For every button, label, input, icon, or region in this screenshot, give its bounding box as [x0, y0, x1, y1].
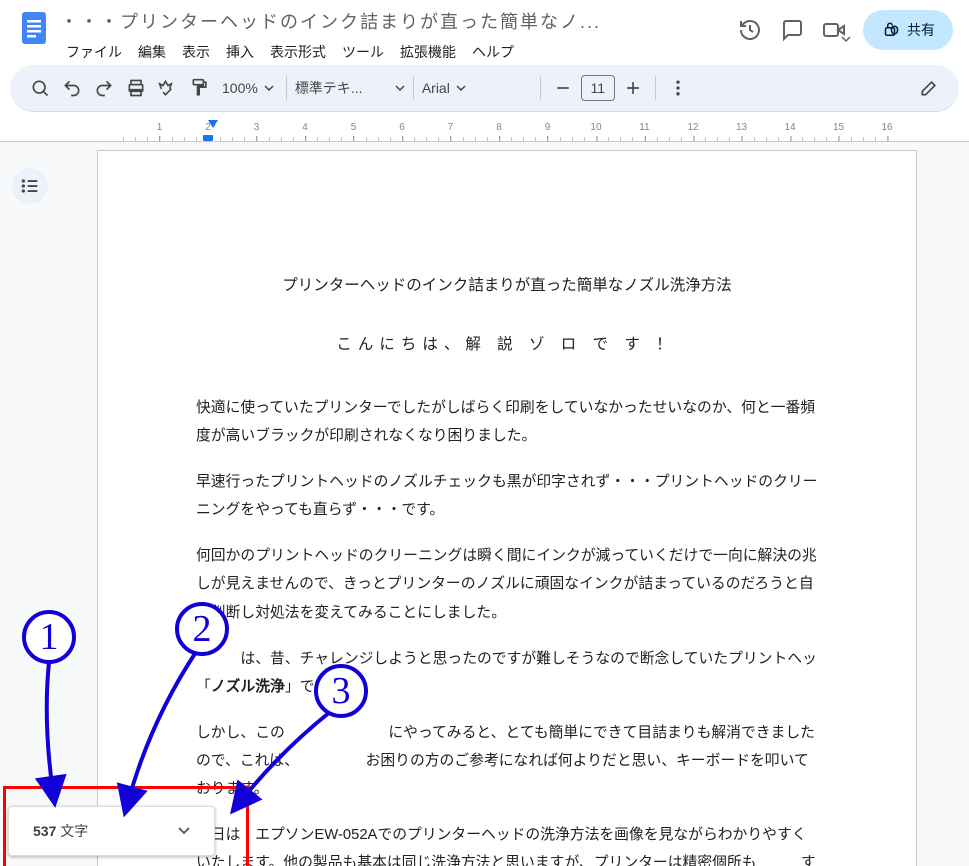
annotation-arrow-3: [230, 712, 350, 815]
search-button[interactable]: [26, 72, 54, 104]
history-icon[interactable]: [737, 17, 763, 43]
share-button[interactable]: 共有: [863, 10, 953, 50]
comments-icon[interactable]: [779, 17, 805, 43]
annotation-arrow-2: [120, 652, 220, 815]
menu-編集[interactable]: 編集: [132, 38, 172, 66]
spellcheck-button[interactable]: [154, 72, 182, 104]
zoom-select[interactable]: 100%: [218, 80, 278, 96]
menubar: ファイル編集表示挿入表示形式ツール拡張機能ヘルプ: [60, 38, 721, 66]
document-title[interactable]: ・・・プリンターヘッドのインク詰まりが直った簡単なノ...: [60, 6, 721, 36]
paragraph: は、昔、チャレンジしようと思ったのですが難しそうなので断念していたプリントヘッ「…: [196, 645, 818, 701]
print-button[interactable]: [122, 72, 150, 104]
toolbar: 100% 標準テキ... Arial 11: [10, 64, 959, 112]
zoom-value: 100%: [222, 80, 258, 96]
edit-mode-button[interactable]: [915, 72, 943, 104]
annotation-arrow-1: [35, 662, 75, 805]
font-select[interactable]: Arial: [422, 80, 532, 96]
menu-ヘルプ[interactable]: ヘルプ: [466, 38, 520, 66]
decrease-font-button[interactable]: [549, 72, 577, 104]
page-title: プリンターヘッドのインク詰まりが直った簡単なノズル洗浄方法: [196, 271, 818, 300]
annotation-circle-2: 2: [175, 602, 229, 656]
annotation-circle-1: 1: [22, 610, 76, 664]
undo-button[interactable]: [58, 72, 86, 104]
outline-toggle-button[interactable]: [12, 168, 48, 204]
left-indent-marker[interactable]: [203, 135, 213, 141]
meet-icon[interactable]: [821, 17, 847, 43]
style-value: 標準テキ...: [295, 78, 389, 98]
paragraph: 何回かのプリントヘッドのクリーニングは瞬く間にインクが減っていくだけで一向に解決…: [196, 542, 818, 626]
annotation-circle-3: 3: [314, 664, 368, 718]
paragraph: 快適に使っていたプリンターでしたがしばらく印刷をしていなかったせいなのか、何と一…: [196, 394, 818, 450]
menu-拡張機能[interactable]: 拡張機能: [394, 38, 462, 66]
page-subtitle: こんにちは、解 説 ゾ ロ で す ！: [196, 330, 818, 359]
redo-button[interactable]: [90, 72, 118, 104]
paragraph: 今日は エプソンEW-052Aでのプリンターヘッドの洗浄方法を画像を見ながらわか…: [196, 821, 818, 866]
character-count-text: 537 文字: [33, 821, 88, 841]
docs-logo-icon[interactable]: [16, 10, 52, 46]
first-line-indent-marker[interactable]: [208, 120, 218, 128]
document-page[interactable]: プリンターヘッドのインク詰まりが直った簡単なノズル洗浄方法 こんにちは、解 説 …: [97, 150, 917, 866]
paragraph-style-select[interactable]: 標準テキ...: [295, 78, 405, 98]
menu-ファイル[interactable]: ファイル: [60, 38, 128, 66]
increase-font-button[interactable]: [619, 72, 647, 104]
menu-挿入[interactable]: 挿入: [220, 38, 260, 66]
chevron-down-icon[interactable]: [178, 827, 190, 835]
menu-表示形式[interactable]: 表示形式: [264, 38, 332, 66]
format-paint-button[interactable]: [186, 72, 214, 104]
share-button-label: 共有: [907, 20, 935, 40]
more-formatting-button[interactable]: [664, 72, 692, 104]
font-size-input[interactable]: 11: [581, 75, 615, 101]
font-value: Arial: [422, 80, 450, 96]
paragraph: 早速行ったプリントヘッドのノズルチェックも黒が印字されず・・・プリントヘッドのク…: [196, 468, 818, 524]
menu-ツール[interactable]: ツール: [336, 38, 390, 66]
ruler[interactable]: 12345678910111213141516: [0, 118, 969, 142]
menu-表示[interactable]: 表示: [176, 38, 216, 66]
